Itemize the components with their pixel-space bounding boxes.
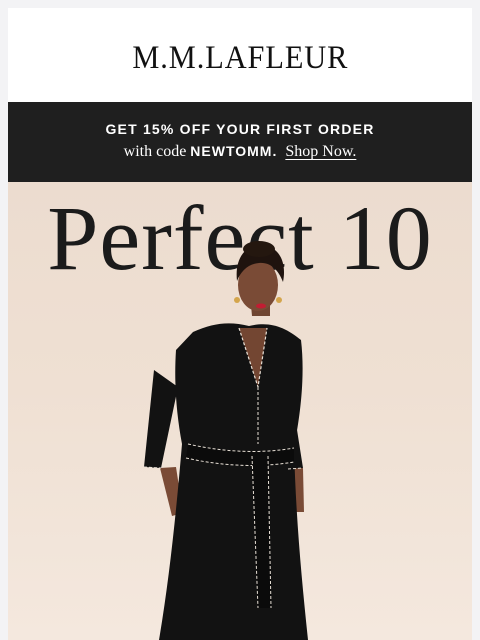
hero-banner[interactable]: Perfect 10: [8, 182, 472, 640]
promo-code-prefix: with code: [123, 143, 187, 160]
promo-banner[interactable]: GET 15% OFF YOUR FIRST ORDER with code N…: [8, 102, 472, 182]
model-photo: [143, 241, 308, 640]
email-frame: M.M.LAFLEUR GET 15% OFF YOUR FIRST ORDER…: [8, 8, 472, 640]
brand-logo[interactable]: M.M.LAFLEUR: [132, 40, 348, 77]
promo-headline: GET 15% OFF YOUR FIRST ORDER: [105, 121, 375, 137]
promo-code-line: with code NEWTOMM. Shop Now.: [8, 143, 472, 161]
shop-now-link[interactable]: Shop Now.: [285, 143, 356, 160]
promo-code: NEWTOMM.: [190, 143, 278, 159]
email-header: M.M.LAFLEUR: [8, 8, 472, 102]
